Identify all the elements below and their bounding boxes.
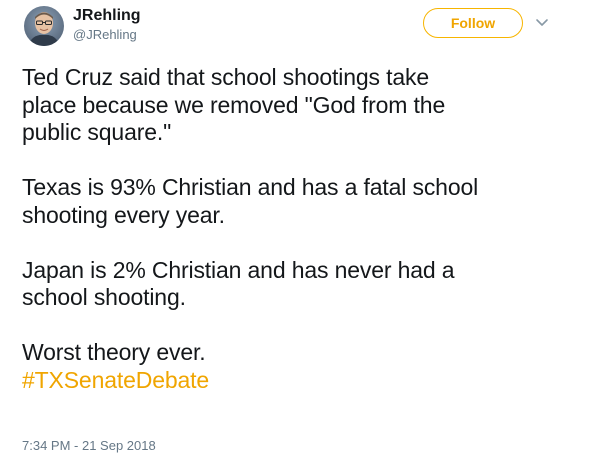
tweet-line: Ted Cruz said that school shootings take <box>22 64 429 90</box>
tweet-card: JRehling @JRehling Follow Ted Cruz said … <box>0 0 589 462</box>
tweet-paragraph: Texas is 93% Christian and has a fatal s… <box>22 174 577 229</box>
follow-button[interactable]: Follow <box>423 8 523 38</box>
chevron-down-icon[interactable] <box>534 14 550 30</box>
tweet-line: shooting every year. <box>22 201 225 228</box>
tweet-timestamp[interactable]: 7:34 PM - 21 Sep 2018 <box>22 438 156 453</box>
tweet-line: Japan is 2% Christian and has never had … <box>22 256 455 283</box>
tweet-line: Texas is 93% Christian and has a fatal s… <box>22 174 479 200</box>
tweet-paragraph: Ted Cruz said that school shootings take… <box>22 64 577 147</box>
tweet-text: Ted Cruz said that school shootings take… <box>22 64 577 394</box>
tweet-closing-line: Worst theory ever. <box>22 339 206 365</box>
tweet-paragraph: Worst theory ever. #TXSenateDebate <box>22 339 577 394</box>
avatar[interactable] <box>24 6 64 46</box>
tweet-line: place because we removed "God from the <box>22 91 446 118</box>
display-name[interactable]: JRehling <box>73 6 141 26</box>
tweet-header: JRehling @JRehling Follow <box>14 4 575 48</box>
hashtag-link[interactable]: #TXSenateDebate <box>22 367 577 395</box>
tweet-line: school shooting. <box>22 284 186 310</box>
user-info[interactable]: JRehling @JRehling <box>73 6 141 44</box>
user-handle[interactable]: @JRehling <box>73 26 141 44</box>
avatar-photo-icon <box>24 6 64 46</box>
tweet-paragraph: Japan is 2% Christian and has never had … <box>22 257 577 312</box>
tweet-line: public square." <box>22 119 172 145</box>
